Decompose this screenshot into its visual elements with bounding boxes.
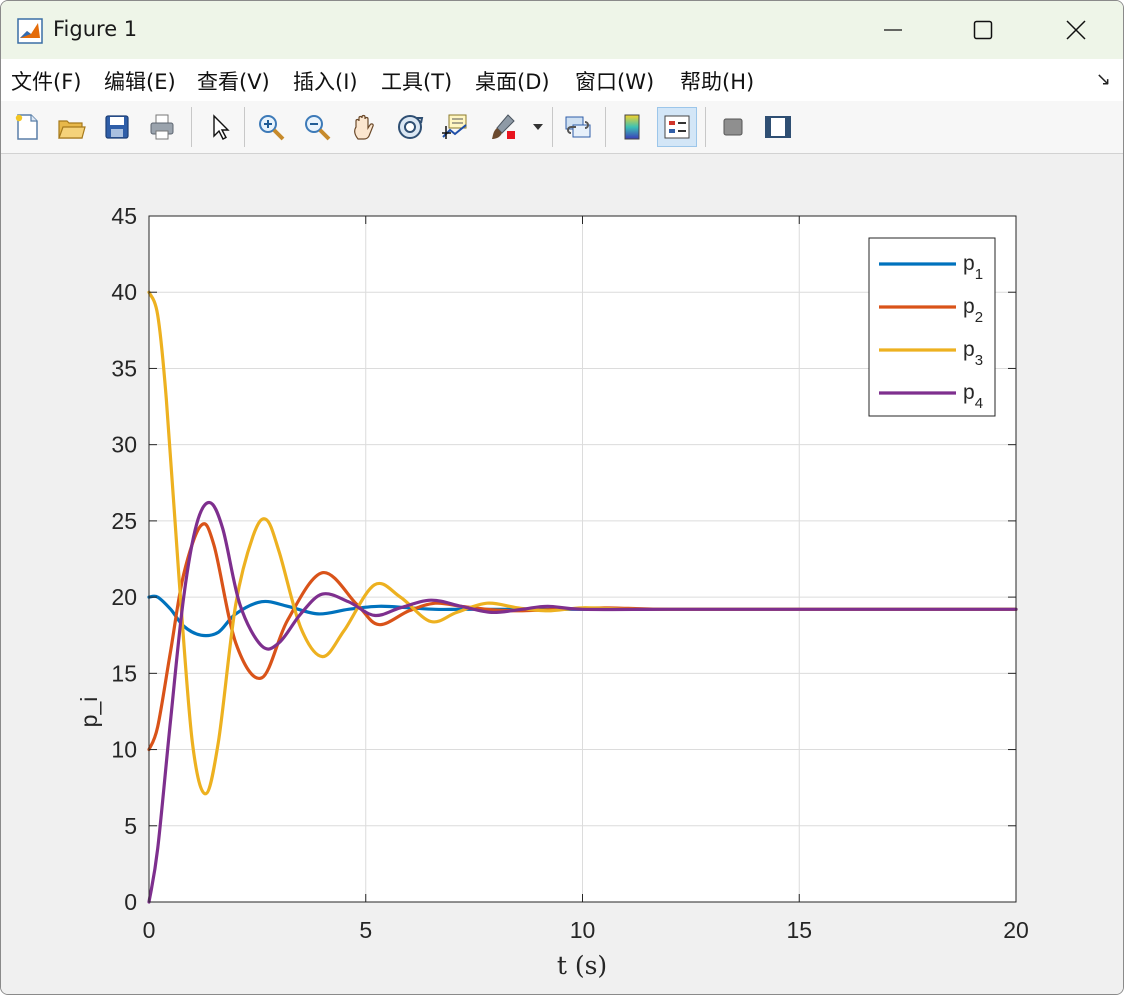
y-tick-label: 5	[124, 813, 137, 839]
y-tick-label: 10	[111, 737, 137, 763]
y-tick-label: 0	[124, 889, 137, 915]
y-tick-labels: 0 5 10 15 20 25 30 35 40 45	[111, 203, 137, 915]
zoom-out-icon[interactable]	[297, 107, 337, 147]
minimize-button[interactable]	[846, 1, 940, 59]
legend-label-subscript: 4	[975, 395, 983, 412]
menu-view[interactable]: 查看(V)	[197, 66, 270, 96]
x-tick-label: 10	[570, 917, 596, 943]
legend-label-main: p	[963, 252, 975, 275]
legend-icon[interactable]	[657, 107, 697, 147]
x-axis-label: t (s)	[557, 951, 607, 980]
menu-desktop[interactable]: 桌面(D)	[475, 66, 550, 96]
print-icon[interactable]	[142, 107, 182, 147]
y-tick-label: 30	[111, 432, 137, 458]
dock-arrow-icon[interactable]: ↘	[1096, 69, 1111, 90]
menu-bar: 文件(F) 编辑(E) 查看(V) 插入(I) 工具(T) 桌面(D) 窗口(W…	[1, 59, 1123, 101]
y-tick-label: 25	[111, 508, 137, 534]
save-icon[interactable]	[97, 107, 137, 147]
brush-icon[interactable]	[483, 107, 523, 147]
window-title: Figure 1	[53, 17, 138, 41]
legend-label-main: p	[963, 338, 975, 361]
y-axis-label: p_i	[76, 697, 102, 728]
legend-label-subscript: 1	[975, 266, 983, 283]
link-plot-icon[interactable]	[558, 107, 598, 147]
maximize-icon	[973, 20, 993, 40]
y-tick-label: 35	[111, 355, 137, 381]
rotate-3d-icon[interactable]	[390, 107, 430, 147]
x-tick-label: 20	[1003, 917, 1029, 943]
matlab-icon	[17, 18, 43, 44]
pan-icon[interactable]	[344, 107, 384, 147]
hide-plot-tools-icon[interactable]	[713, 107, 753, 147]
x-tick-labels: 0 5 10 15 20	[143, 917, 1029, 943]
data-tips-icon[interactable]	[435, 107, 475, 147]
x-tick-label: 5	[359, 917, 372, 943]
menu-edit[interactable]: 编辑(E)	[104, 66, 176, 96]
x-tick-label: 0	[143, 917, 156, 943]
title-bar: Figure 1	[1, 1, 1123, 59]
plot-area[interactable]: 0 5 10 15 20 051015202530354045 t (s) p_i p1…	[1, 154, 1123, 994]
minimize-icon	[884, 29, 902, 31]
legend-label-main: p	[963, 295, 975, 318]
figure-toolbar	[1, 101, 1123, 154]
x-tick-label: 15	[786, 917, 812, 943]
menu-help[interactable]: 帮助(H)	[680, 66, 754, 96]
pointer-icon[interactable]	[199, 107, 239, 147]
colorbar-icon[interactable]	[612, 107, 652, 147]
zoom-in-icon[interactable]	[251, 107, 291, 147]
brush-dropdown-icon[interactable]	[527, 107, 549, 147]
y-tick-label: 15	[111, 660, 137, 686]
close-icon	[1066, 20, 1086, 40]
legend-label-main: p	[963, 381, 975, 404]
y-tick-label: 40	[111, 279, 137, 305]
figure-window: Figure 1 文件(F) 编辑(E) 查看(V) 插入(I) 工具(T) 桌…	[0, 0, 1124, 995]
menu-tools[interactable]: 工具(T)	[381, 66, 452, 96]
menu-window[interactable]: 窗口(W)	[575, 66, 654, 96]
legend-label-subscript: 2	[975, 309, 983, 326]
legend-label-subscript: 3	[975, 352, 983, 369]
new-figure-icon[interactable]	[7, 107, 47, 147]
show-plot-tools-icon[interactable]	[758, 107, 798, 147]
close-button[interactable]	[1029, 1, 1123, 59]
open-icon[interactable]	[51, 107, 91, 147]
menu-file[interactable]: 文件(F)	[11, 66, 81, 96]
maximize-button[interactable]	[936, 1, 1030, 59]
y-tick-label: 20	[111, 584, 137, 610]
legend[interactable]: p1p2p3p4	[868, 237, 996, 417]
y-tick-label: 45	[111, 203, 137, 229]
menu-insert[interactable]: 插入(I)	[293, 66, 358, 96]
figure-canvas: 0 5 10 15 20 0 5 10 15 20 25 30 35 40 45 t (s) p_i p1…	[1, 154, 1123, 994]
